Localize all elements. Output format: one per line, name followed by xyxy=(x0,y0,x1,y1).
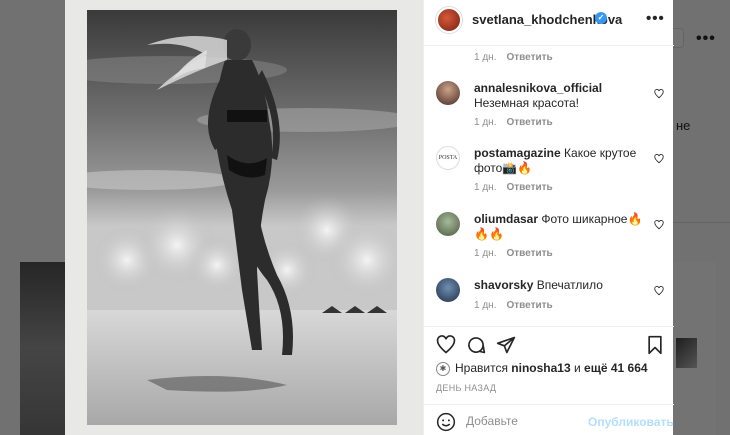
comment-username[interactable]: oliumdasar xyxy=(474,212,538,226)
comment-username[interactable]: annalesnikova_official xyxy=(474,81,602,95)
comment-text: oliumdasar Фото шикарное🔥🔥🔥 xyxy=(474,212,644,242)
post-header: svetlana_khodchenkova ✓ ••• xyxy=(424,0,674,46)
commenter-avatar[interactable] xyxy=(436,278,460,302)
comment-time: 1 дн. xyxy=(474,117,497,128)
post-actions: ✱ Нравится ninosha13 и ещё 41 664 ДЕНЬ НА… xyxy=(424,326,674,435)
liker-username[interactable]: ninosha13 xyxy=(511,361,570,375)
like-comment-icon[interactable] xyxy=(654,154,664,164)
comment-body: Неземная красота! xyxy=(474,96,580,110)
reply-link[interactable]: Ответить xyxy=(506,182,552,193)
comments-list[interactable]: 1 дн. Ответить annalesnikova_official Нез… xyxy=(424,46,674,326)
likes-count[interactable]: ещё 41 664 xyxy=(584,361,648,375)
emoji-icon[interactable] xyxy=(436,412,456,432)
liker-avatar: ✱ xyxy=(436,361,450,376)
bookmark-icon[interactable] xyxy=(645,335,665,355)
like-heart-icon[interactable] xyxy=(436,335,456,355)
comment-meta: 1 дн. Ответить xyxy=(474,300,553,311)
post-photo[interactable] xyxy=(87,10,397,425)
comment-time: 1 дн. xyxy=(474,52,497,63)
reply-link[interactable]: Ответить xyxy=(506,52,552,63)
photo-panel xyxy=(65,0,423,435)
author-avatar[interactable] xyxy=(436,7,462,33)
comment-meta: 1 дн. Ответить xyxy=(474,117,553,128)
commenter-avatar[interactable] xyxy=(436,212,460,236)
comment-username[interactable]: shavorsky xyxy=(474,278,533,292)
commenter-avatar[interactable]: POSTA xyxy=(436,146,460,170)
post-side-panel: svetlana_khodchenkova ✓ ••• 1 дн. Ответит… xyxy=(423,0,674,435)
share-icon[interactable] xyxy=(496,335,516,355)
comment-meta: 1 дн. Ответить xyxy=(474,248,553,259)
comment-meta: 1 дн. Ответить xyxy=(474,182,553,193)
comment-text: annalesnikova_official Неземная красота! xyxy=(474,81,644,111)
comment-body: Впечатлило xyxy=(536,278,603,292)
more-options-icon[interactable]: ••• xyxy=(646,10,665,27)
reply-link[interactable]: Ответить xyxy=(506,248,552,259)
comment-time: 1 дн. xyxy=(474,248,497,259)
likes-middle: и xyxy=(574,361,581,375)
verified-badge-icon: ✓ xyxy=(595,12,607,24)
like-comment-icon[interactable] xyxy=(654,89,664,99)
comment-text: postamagazine Какое крутое фото📸🔥 xyxy=(474,146,644,176)
comment-time: 1 дн. xyxy=(474,300,497,311)
reply-link[interactable]: Ответить xyxy=(506,117,552,128)
likes-summary[interactable]: ✱ Нравится ninosha13 и ещё 41 664 xyxy=(436,361,648,376)
like-comment-icon[interactable] xyxy=(654,286,664,296)
comment-time: 1 дн. xyxy=(474,182,497,193)
commenter-avatar[interactable] xyxy=(436,81,460,105)
reply-link[interactable]: Ответить xyxy=(506,300,552,311)
add-comment-row: Опубликовать xyxy=(424,404,674,435)
like-comment-icon[interactable] xyxy=(654,220,664,230)
publish-button[interactable]: Опубликовать xyxy=(588,415,674,429)
post-time[interactable]: ДЕНЬ НАЗАД xyxy=(436,383,496,393)
comment-icon[interactable] xyxy=(466,335,486,355)
comment-text: shavorsky Впечатлило xyxy=(474,278,644,293)
comment-username[interactable]: postamagazine xyxy=(474,146,561,160)
likes-prefix: Нравится xyxy=(455,361,508,375)
previous-comment-meta: 1 дн. Ответить xyxy=(474,52,553,63)
